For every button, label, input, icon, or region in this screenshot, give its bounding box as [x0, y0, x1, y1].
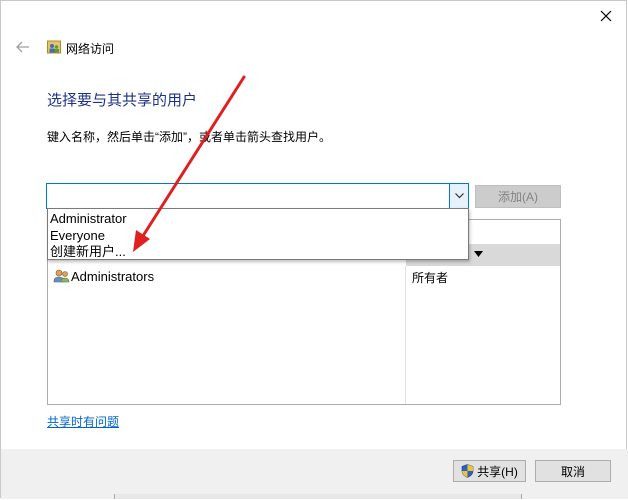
share-button-label: 共享(H): [477, 464, 518, 479]
instruction-text: 键入名称，然后单击“添加”，或者单击箭头查找用户。: [47, 130, 331, 144]
chevron-down-icon: [454, 193, 464, 199]
share-button[interactable]: 共享(H): [453, 460, 526, 482]
dropdown-item-everyone[interactable]: Everyone: [50, 227, 105, 244]
close-icon: [600, 10, 612, 22]
uac-shield-icon: [461, 464, 474, 478]
footer-bar: [1, 449, 628, 499]
row-user-name: Administrators: [71, 269, 155, 284]
combobox-dropdown-button[interactable]: [449, 184, 468, 208]
page-heading: 选择要与其共享的用户: [47, 92, 198, 109]
cancel-button[interactable]: 取消: [535, 460, 611, 482]
sharing-help-link[interactable]: 共享时有问题: [47, 413, 119, 430]
network-access-window: 网络访问 选择要与其共享的用户 键入名称，然后单击“添加”，或者单击箭头查找用户…: [0, 0, 628, 499]
user-dropdown-list: Administrator Everyone 创建新用户...: [47, 208, 469, 260]
sort-down-icon: [474, 251, 483, 257]
back-button[interactable]: [13, 37, 33, 57]
row-permission[interactable]: 所有者: [412, 269, 448, 286]
user-group-icon: [53, 269, 70, 283]
back-arrow-icon: [16, 41, 29, 53]
dropdown-item-administrator[interactable]: Administrator: [50, 210, 127, 227]
dropdown-item-create-new-user[interactable]: 创建新用户...: [50, 243, 126, 260]
background-window-edge: [114, 494, 522, 499]
list-row[interactable]: Administrators 所有者: [48, 266, 560, 288]
close-button[interactable]: [593, 3, 619, 29]
user-name-combobox[interactable]: [46, 183, 469, 209]
window-title: 网络访问: [66, 42, 115, 56]
add-button[interactable]: 添加(A): [475, 185, 561, 208]
network-users-icon: [47, 40, 61, 54]
